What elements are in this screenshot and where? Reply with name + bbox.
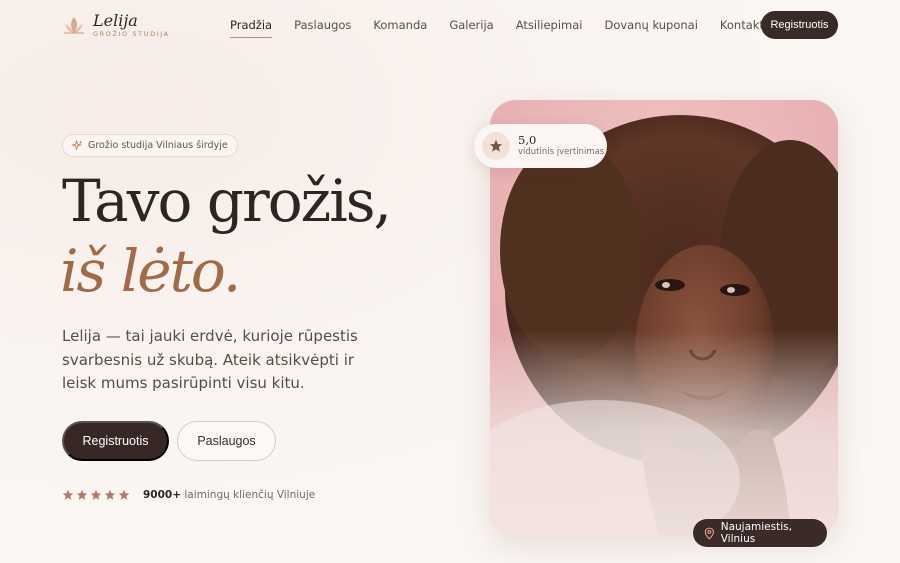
star-icon (90, 489, 102, 500)
location-label: Naujamiestis, Vilnius (720, 521, 792, 545)
hero-badge: Grožio studija Vilniaus širdyje (62, 134, 238, 157)
nav-item-dovanu-kuponai[interactable]: Dovanų kuponai (604, 18, 697, 32)
clients-count: 9000+ (143, 489, 182, 501)
header-register-button[interactable]: Registruotis (761, 11, 838, 39)
lotus-icon (64, 17, 84, 34)
star-rating (62, 489, 132, 501)
hero-lead: Lelija — tai jauki erdvė, kurioje rūpest… (62, 327, 358, 392)
hero-badge-label: Grožio studija Vilniaus širdyje (88, 140, 228, 151)
star-icon (489, 139, 503, 152)
star-icon (76, 489, 88, 500)
hero-headline-line2: iš lėto. (60, 237, 241, 305)
main-nav: Pradžia Paslaugos Komanda Galerija Atsil… (230, 18, 796, 38)
clients-text: laimingų klienčių Vilniuje (184, 489, 316, 501)
logo-name: Lelija (93, 11, 138, 30)
star-icon (118, 489, 130, 500)
rating-card: 5,0 vidutinis įvertinimas (474, 124, 607, 168)
rating-icon-circle (482, 132, 510, 160)
clients-summary: 9000+ laimingų klienčių Vilniuje (143, 489, 315, 501)
location-pill: Naujamiestis, Vilnius (693, 519, 827, 547)
nav-item-pradzia[interactable]: Pradžia (230, 18, 273, 38)
hero-services-button[interactable]: Paslaugos (177, 421, 276, 461)
map-pin-icon (704, 527, 714, 540)
logo-tagline: GROŽIO STUDIJA (93, 30, 170, 38)
nav-item-komanda[interactable]: Komanda (373, 18, 427, 32)
site-header: Lelija GROŽIO STUDIJA Pradžia Paslaugos … (0, 0, 900, 52)
sparkle-icon (72, 140, 83, 151)
rating-label: vidutinis įvertinimas (518, 147, 605, 157)
nav-item-atsiliepimai[interactable]: Atsiliepimai (516, 18, 583, 32)
nav-item-galerija[interactable]: Galerija (449, 18, 493, 32)
nav-item-paslaugos[interactable]: Paslaugos (294, 18, 351, 32)
hero-register-button[interactable]: Registruotis (62, 421, 169, 461)
rating-score: 5,0 (518, 133, 537, 147)
star-icon (62, 489, 74, 500)
logo[interactable]: Lelija GROŽIO STUDIJA (62, 12, 170, 38)
star-icon (104, 489, 116, 500)
hero-headline-line1: Tavo grožis, (62, 167, 392, 235)
